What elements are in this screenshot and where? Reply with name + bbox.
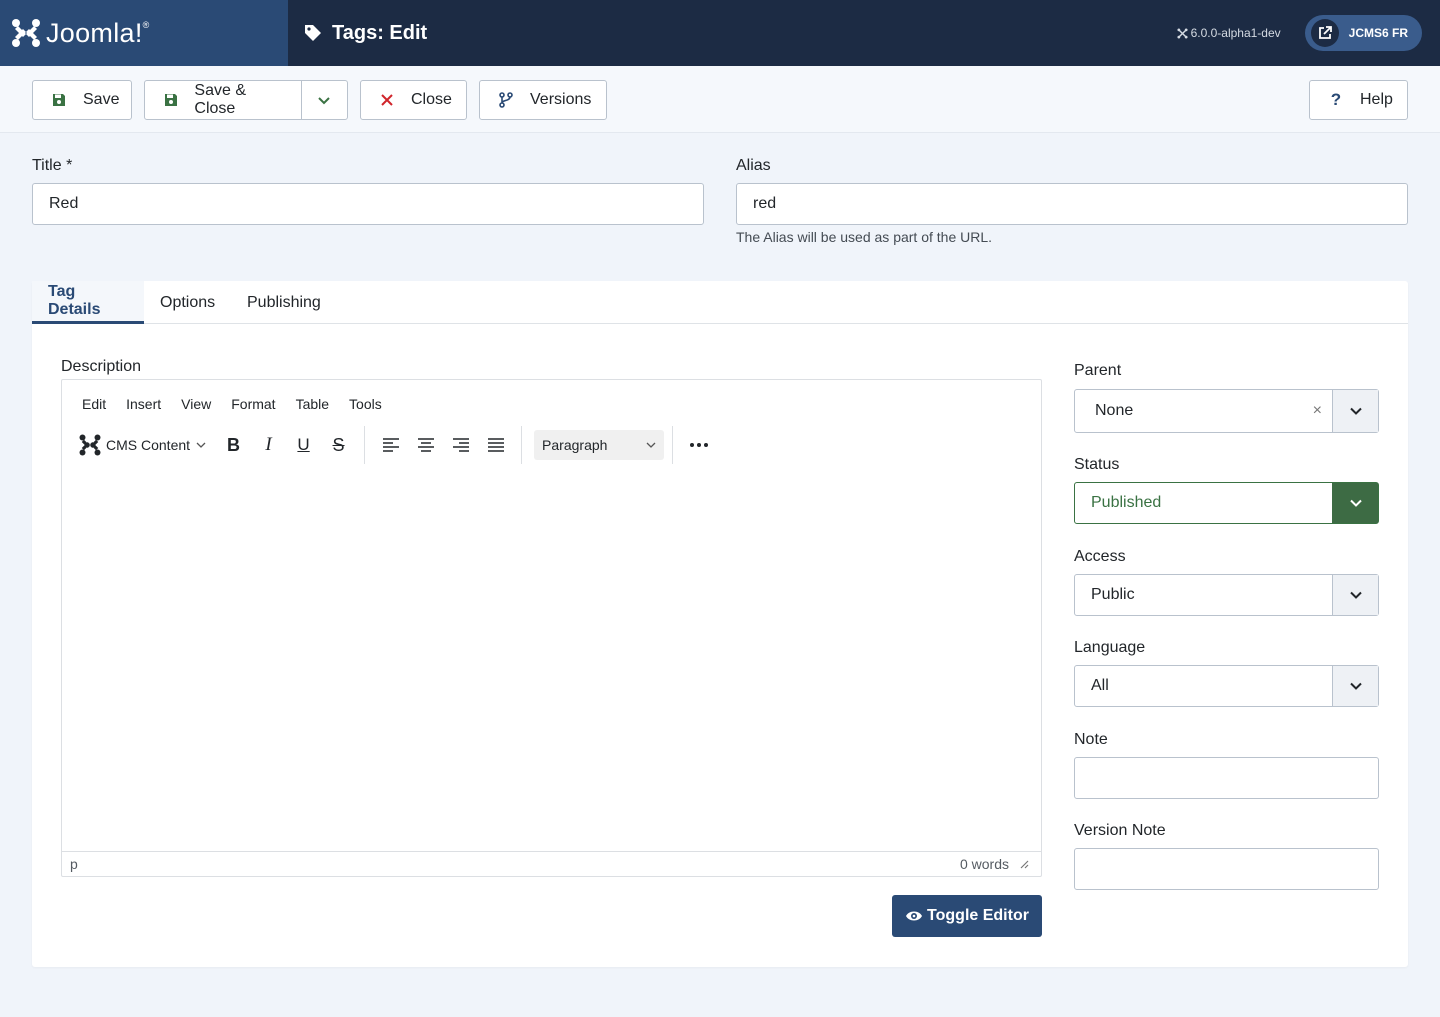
page-title: Tags: Edit	[304, 22, 427, 45]
note-input[interactable]	[1074, 757, 1379, 799]
chevron-down-icon	[196, 442, 206, 448]
code-branch-icon	[498, 92, 514, 108]
italic-icon: I	[265, 434, 272, 455]
floppy-disk-icon	[163, 92, 178, 108]
brand-name: Joomla!®	[46, 17, 150, 48]
underline-icon: U	[297, 435, 310, 454]
more-tools-button[interactable]	[681, 430, 716, 460]
align-justify-icon	[487, 438, 504, 452]
status-select[interactable]: Published	[1074, 482, 1379, 524]
align-center-icon	[417, 438, 434, 452]
align-left-button[interactable]	[373, 430, 408, 460]
parent-label: Parent	[1074, 362, 1122, 379]
tab-bar: Tag Details Options Publishing	[32, 281, 1408, 324]
align-right-icon	[452, 438, 469, 452]
menu-insert[interactable]: Insert	[126, 396, 161, 412]
brand[interactable]: Joomla!®	[0, 0, 288, 66]
justify-button[interactable]	[478, 430, 513, 460]
alias-hint: The Alias will be used as part of the UR…	[736, 229, 993, 245]
word-count: 0 words	[959, 856, 1009, 872]
menu-table[interactable]: Table	[296, 396, 329, 412]
bold-icon: B	[227, 434, 241, 455]
rich-text-editor[interactable]: Edit Insert View Format Table Tools CMS …	[61, 379, 1042, 877]
status-label: Status	[1074, 456, 1120, 473]
help-button[interactable]: ? Help	[1309, 80, 1408, 120]
chevron-down-icon	[1332, 483, 1378, 523]
align-right-button[interactable]	[443, 430, 478, 460]
version-note-input[interactable]	[1074, 848, 1379, 890]
alias-label: Alias	[736, 157, 771, 174]
versions-button[interactable]: Versions	[479, 80, 607, 120]
joomla-logo-icon	[12, 19, 40, 47]
tab-publishing[interactable]: Publishing	[231, 281, 337, 324]
toolbar-separator	[521, 426, 523, 464]
toolbar-separator	[364, 426, 366, 464]
editor-status-bar: p 0 words	[62, 851, 1041, 876]
alias-input[interactable]: red	[736, 183, 1408, 225]
joomla-small-icon	[1177, 27, 1188, 39]
close-button[interactable]: Close	[360, 80, 467, 120]
align-left-icon	[382, 438, 399, 452]
view-site-button[interactable]: JCMS6 FR	[1304, 15, 1422, 51]
title-input[interactable]: Red	[32, 183, 704, 225]
chevron-down-icon	[1332, 390, 1378, 432]
strikethrough-icon: S	[332, 434, 345, 455]
close-icon	[379, 92, 395, 108]
access-select[interactable]: Public	[1074, 574, 1379, 616]
ellipsis-icon	[689, 443, 708, 447]
toolbar: Save Save & Close Close Versions ? Help	[0, 66, 1440, 133]
question-icon: ?	[1330, 90, 1342, 109]
strikethrough-button[interactable]: S	[321, 430, 356, 460]
joomla-logo-icon	[79, 434, 101, 456]
version-note-label: Version Note	[1074, 822, 1166, 839]
app-header: Joomla!® Tags: Edit 6.0.0-alpha1-dev JCM…	[0, 0, 1440, 66]
element-path[interactable]: p	[70, 856, 78, 872]
language-label: Language	[1074, 639, 1146, 656]
chevron-down-icon	[1332, 666, 1378, 706]
tag-form-card: Tag Details Options Publishing Descripti…	[32, 281, 1408, 967]
chevron-down-icon	[318, 97, 331, 105]
title-label: Title *	[32, 157, 73, 174]
parent-select[interactable]: None ×	[1074, 389, 1379, 433]
eye-icon	[906, 911, 923, 921]
menu-edit[interactable]: Edit	[82, 396, 106, 412]
menu-view[interactable]: View	[181, 396, 211, 412]
note-label: Note	[1074, 731, 1108, 748]
external-link-icon	[1310, 19, 1339, 47]
toolbar-separator	[672, 426, 674, 464]
bold-button[interactable]: B	[216, 430, 251, 460]
save-button[interactable]: Save	[32, 80, 132, 120]
editor-toolbar: CMS Content B I U S Paragraph	[62, 426, 1041, 464]
resize-handle-icon[interactable]	[1019, 859, 1029, 869]
toggle-editor-button[interactable]: Toggle Editor	[892, 895, 1042, 937]
version-info: 6.0.0-alpha1-dev	[1177, 26, 1281, 40]
editor-menubar: Edit Insert View Format Table Tools	[62, 392, 382, 416]
tag-icon	[305, 25, 321, 41]
save-close-button[interactable]: Save & Close	[144, 80, 348, 120]
cms-content-dropdown[interactable]: CMS Content	[78, 433, 206, 457]
chevron-down-icon	[1332, 575, 1378, 615]
align-center-button[interactable]	[408, 430, 443, 460]
menu-format[interactable]: Format	[231, 396, 275, 412]
tab-tag-details[interactable]: Tag Details	[32, 281, 144, 324]
block-format-select[interactable]: Paragraph	[534, 430, 665, 460]
italic-button[interactable]: I	[251, 430, 286, 460]
save-options-dropdown[interactable]	[300, 81, 347, 119]
floppy-disk-icon	[51, 92, 67, 108]
menu-tools[interactable]: Tools	[349, 396, 382, 412]
language-select[interactable]: All	[1074, 665, 1379, 707]
chevron-down-icon	[646, 442, 656, 448]
underline-button[interactable]: U	[286, 430, 321, 460]
access-label: Access	[1074, 548, 1126, 565]
clear-icon[interactable]: ×	[1313, 402, 1322, 420]
description-label: Description	[61, 358, 142, 375]
tab-options[interactable]: Options	[144, 281, 231, 324]
